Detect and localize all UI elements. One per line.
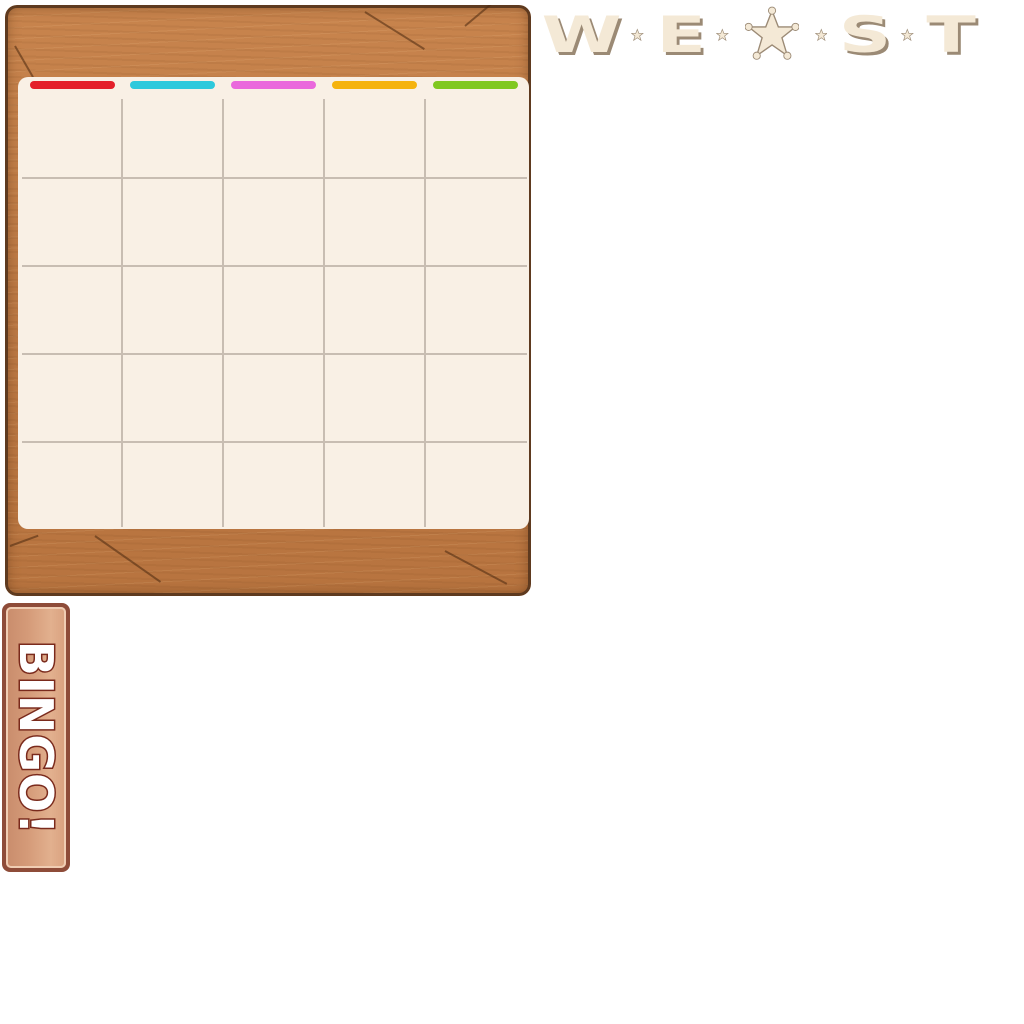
title-letter-s: S bbox=[839, 6, 892, 64]
bingo-cell-r1-c1[interactable] bbox=[22, 99, 121, 175]
bingo-cell-r1-c5[interactable] bbox=[425, 99, 524, 175]
small-star-icon bbox=[715, 28, 729, 42]
wood-scratch bbox=[444, 550, 508, 585]
wooden-board bbox=[5, 5, 531, 596]
bingo-cell-r1-c4[interactable] bbox=[324, 99, 423, 175]
column-header-strip-3 bbox=[231, 81, 316, 89]
wood-scratch bbox=[14, 45, 34, 78]
small-star-icon bbox=[814, 28, 828, 42]
title-letter-t: T bbox=[926, 6, 976, 64]
bingo-cell-r3-c2[interactable] bbox=[122, 265, 221, 351]
small-star-icon bbox=[901, 28, 914, 42]
bingo-cell-r1-c3[interactable] bbox=[223, 99, 322, 175]
wood-scratch bbox=[9, 534, 39, 547]
bingo-cell-r4-c2[interactable] bbox=[122, 353, 221, 439]
wood-scratch bbox=[464, 5, 497, 27]
bingo-cell-r3-c4[interactable] bbox=[324, 265, 423, 351]
west-title: W E S T bbox=[538, 4, 976, 66]
bingo-cell-r3-c3[interactable] bbox=[223, 265, 322, 351]
bingo-cell-r5-c5[interactable] bbox=[425, 441, 524, 527]
column-header-strip-4 bbox=[332, 81, 417, 89]
column-header-strip-5 bbox=[433, 81, 518, 89]
game-screen: W E S T BINGO! bbox=[0, 0, 1024, 1024]
bingo-cell-r4-c3[interactable] bbox=[223, 353, 322, 439]
bingo-cell-r5-c2[interactable] bbox=[122, 441, 221, 527]
title-letter-e: E bbox=[656, 6, 706, 64]
bingo-cell-r4-c1[interactable] bbox=[22, 353, 121, 439]
bingo-button-label: BINGO! bbox=[8, 639, 65, 837]
bingo-cell-r5-c4[interactable] bbox=[324, 441, 423, 527]
wood-scratch bbox=[364, 11, 425, 50]
wood-scratch bbox=[94, 535, 162, 583]
bingo-cell-r3-c5[interactable] bbox=[425, 265, 524, 351]
sheriff-star-icon bbox=[744, 6, 799, 60]
bingo-cell-r2-c3[interactable] bbox=[223, 177, 322, 263]
bingo-button[interactable]: BINGO! bbox=[2, 603, 70, 872]
bingo-cell-r3-c1[interactable] bbox=[22, 265, 121, 351]
bingo-cell-r2-c5[interactable] bbox=[425, 177, 524, 263]
title-letter-w: W bbox=[541, 6, 622, 64]
bingo-cell-r1-c2[interactable] bbox=[122, 99, 221, 175]
bingo-cell-r2-c1[interactable] bbox=[22, 177, 121, 263]
bingo-cell-r4-c4[interactable] bbox=[324, 353, 423, 439]
small-star-icon bbox=[631, 28, 644, 42]
bingo-card bbox=[18, 77, 529, 529]
bingo-cell-r2-c4[interactable] bbox=[324, 177, 423, 263]
column-header-strip-2 bbox=[130, 81, 215, 89]
bingo-cell-r4-c5[interactable] bbox=[425, 353, 524, 439]
bingo-cell-r2-c2[interactable] bbox=[122, 177, 221, 263]
bingo-cell-r5-c1[interactable] bbox=[22, 441, 121, 527]
bingo-cell-r5-c3[interactable] bbox=[223, 441, 322, 527]
column-header-strip-1 bbox=[30, 81, 115, 89]
